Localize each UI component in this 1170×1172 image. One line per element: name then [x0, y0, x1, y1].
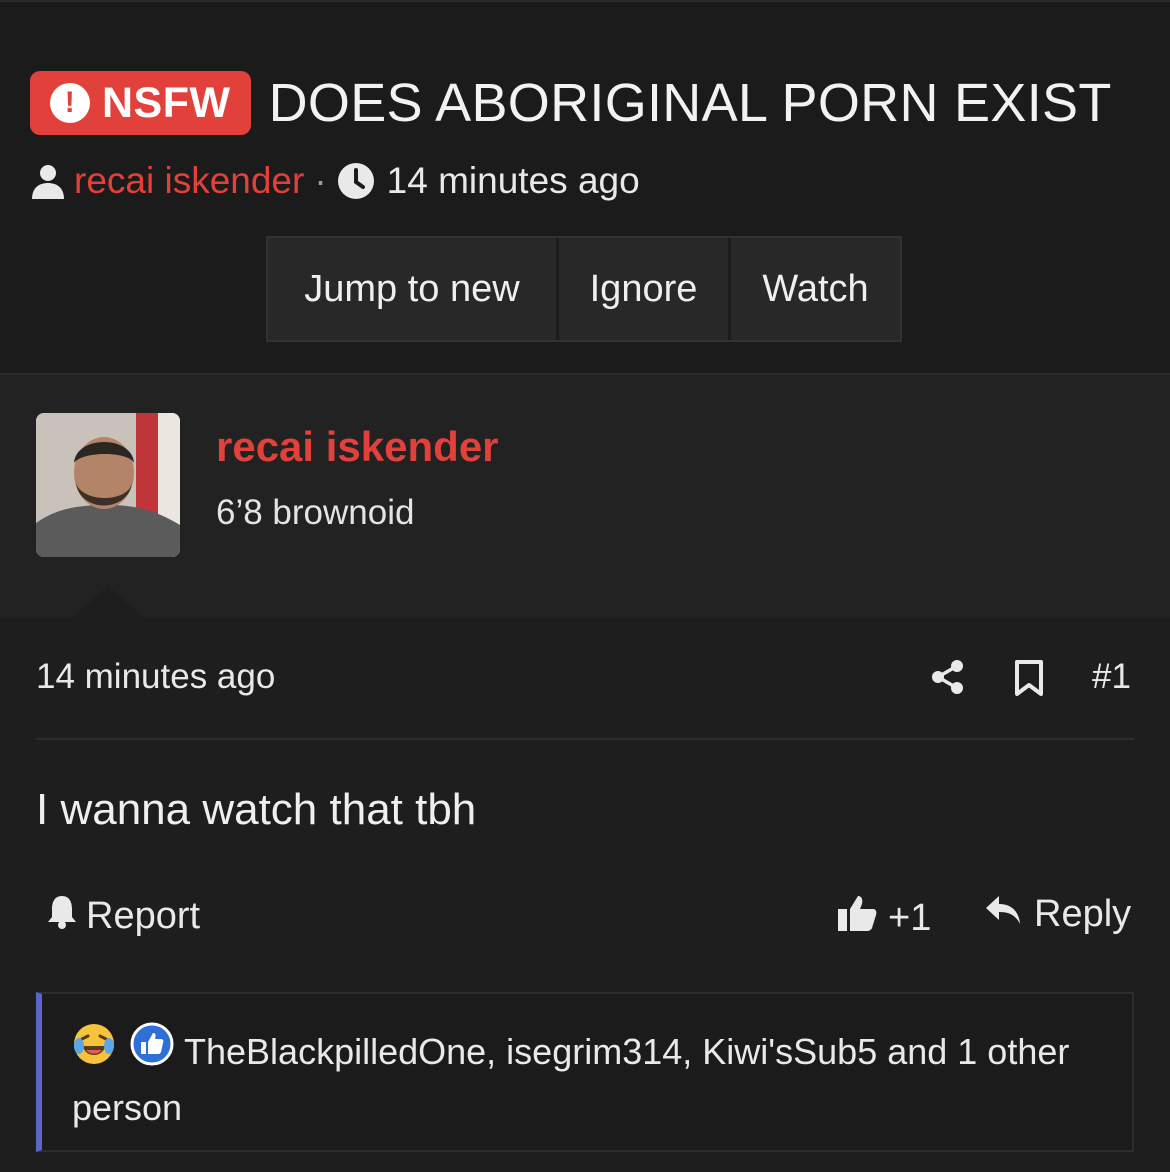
post-user-block: recai iskender 6’8 brownoid — [0, 375, 1170, 619]
title-row: ! NSFW DOES ABORIGINAL PORN EXIST — [30, 70, 1112, 136]
post-actions: Report +1 Reply — [0, 893, 1170, 949]
jump-to-new-button[interactable]: Jump to new — [268, 238, 556, 340]
post-time[interactable]: 14 minutes ago — [36, 657, 275, 697]
meta-separator: · — [314, 160, 327, 201]
bookmark-icon[interactable] — [1014, 659, 1044, 702]
watch-button[interactable]: Watch — [728, 238, 900, 340]
like-reaction-icon — [130, 1022, 174, 1079]
post: recai iskender 6’8 brownoid 14 minutes a… — [0, 373, 1170, 1172]
post-username[interactable]: recai iskender — [216, 423, 499, 471]
bell-icon — [46, 893, 78, 939]
reactions-bar[interactable]: TheBlackpilledOne, isegrim314, Kiwi'sSub… — [36, 992, 1134, 1152]
report-label: Report — [86, 894, 201, 937]
post-divider — [36, 738, 1134, 740]
ignore-button[interactable]: Ignore — [556, 238, 728, 340]
nsfw-badge: ! NSFW — [30, 71, 251, 135]
thread-actions: Jump to new Ignore Watch — [266, 236, 902, 342]
post-message: I wanna watch that tbh — [36, 785, 477, 834]
vote-count: +1 — [888, 896, 932, 939]
avatar[interactable] — [36, 413, 180, 557]
reactions-summary: TheBlackpilledOne, isegrim314, Kiwi'sSub… — [72, 1022, 1112, 1133]
thumbs-up-icon — [836, 893, 878, 943]
share-icon[interactable] — [930, 659, 966, 700]
laughing-crying-emoji-icon — [72, 1022, 116, 1079]
clock-icon — [337, 162, 375, 200]
thread-author-link[interactable]: recai iskender — [74, 160, 304, 202]
user-title: 6’8 brownoid — [216, 493, 415, 532]
post-body: 14 minutes ago #1 I wanna watch that tbh — [0, 585, 1170, 1172]
thread-title: DOES ABORIGINAL PORN EXIST — [268, 73, 1112, 133]
reply-label: Reply — [1034, 893, 1132, 935]
user-icon — [30, 163, 66, 199]
top-divider — [0, 0, 1170, 2]
reaction-icons — [72, 1022, 174, 1079]
thread-time: 14 minutes ago — [386, 160, 640, 201]
reply-button[interactable]: Reply — [984, 893, 1131, 936]
post-number-link[interactable]: #1 — [1092, 657, 1131, 697]
like-button[interactable]: +1 — [836, 893, 931, 943]
thread-header: ! NSFW DOES ABORIGINAL PORN EXIST recai … — [0, 0, 1170, 373]
report-button[interactable]: Report — [46, 893, 200, 939]
exclamation-icon: ! — [50, 83, 90, 123]
thread-meta: recai iskender · 14 minutes ago — [30, 156, 640, 206]
post-arrow — [74, 585, 142, 617]
reaction-users[interactable]: TheBlackpilledOne, isegrim314, Kiwi'sSub… — [72, 1031, 1069, 1128]
nsfw-label: NSFW — [102, 78, 231, 127]
reply-icon — [984, 893, 1022, 936]
